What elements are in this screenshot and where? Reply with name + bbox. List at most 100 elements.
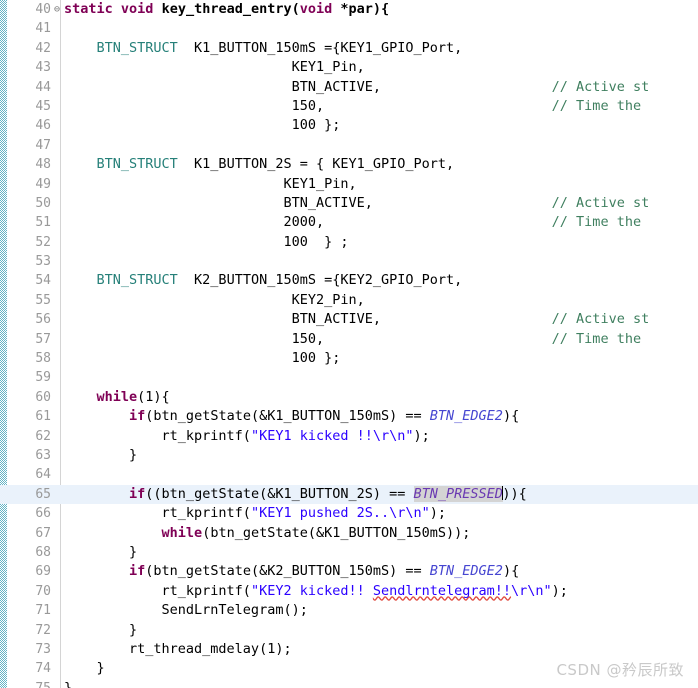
line-number: 40: [35, 2, 51, 17]
line-number: 72: [35, 622, 51, 638]
code-token: ){: [502, 408, 520, 425]
code-token: }: [64, 679, 73, 688]
line-content: BTN_STRUCT K1_BUTTON_2S = { KEY1_GPIO_Po…: [64, 155, 455, 174]
code-token: }: [64, 446, 138, 463]
code-line[interactable]: 75}: [0, 679, 698, 688]
code-line[interactable]: 49 KEY1_Pin,: [0, 175, 698, 194]
line-content: rt_kprintf("KEY1 pushed 2S..\r\n");: [64, 504, 446, 523]
code-line[interactable]: 54 BTN_STRUCT K2_BUTTON_150mS ={KEY2_GPI…: [0, 271, 698, 290]
code-line[interactable]: 70 rt_kprintf("KEY2 kicked!! Sendlrntele…: [0, 582, 698, 601]
code-line[interactable]: 72 }: [0, 621, 698, 640]
code-editor[interactable]: 40 ⊖ static void key_thread_entry(void *pa…: [0, 0, 698, 688]
code-line[interactable]: 41: [0, 19, 698, 38]
code-token: while: [161, 524, 203, 541]
code-token: rt_kprintf(: [64, 505, 251, 522]
line-number: 60: [35, 389, 51, 405]
code-line[interactable]: 45 150, // Time the: [0, 97, 698, 116]
code-token: }: [64, 660, 105, 677]
code-token: // Active st: [551, 194, 650, 211]
code-token: KEY2_Pin,: [64, 291, 365, 308]
line-number: 61: [35, 409, 51, 425]
code-token: 2000,: [64, 214, 325, 231]
code-line[interactable]: 43 KEY1_Pin,: [0, 58, 698, 77]
code-line[interactable]: 68 }: [0, 543, 698, 562]
line-number: 65: [35, 486, 51, 502]
code-token: "KEY2 kicked!!: [250, 582, 373, 599]
code-line[interactable]: 57 150, // Time the: [0, 330, 698, 349]
code-line[interactable]: 64: [0, 465, 698, 484]
code-token: K1_BUTTON_150mS ={KEY1_GPIO_Port,: [177, 39, 463, 56]
code-token: // Time the: [551, 214, 642, 231]
watermark: CSDN @矜辰所致: [556, 661, 684, 679]
line-content: BTN_ACTIVE, // Active st: [64, 194, 649, 213]
code-token: BTN_STRUCT: [96, 156, 178, 173]
line-number: 49: [35, 176, 51, 192]
line-number: 42: [35, 40, 51, 56]
code-line[interactable]: 61 if(btn_getState(&K1_BUTTON_150mS) == …: [0, 407, 698, 426]
line-number: 44: [35, 79, 51, 95]
line-content: static void key_thread_entry(void *par){: [64, 0, 389, 19]
code-line[interactable]: 66 rt_kprintf("KEY1 pushed 2S..\r\n");: [0, 504, 698, 523]
code-line[interactable]: 50 BTN_ACTIVE, // Active st: [0, 194, 698, 213]
code-line[interactable]: 69 if(btn_getState(&K2_BUTTON_150mS) == …: [0, 562, 698, 581]
code-token: if: [129, 408, 146, 425]
code-token: // Active st: [551, 78, 650, 95]
fold-collapse-icon[interactable]: ⊖: [52, 0, 62, 19]
code-token: void: [299, 1, 333, 17]
line-content: KEY1_Pin,: [64, 175, 357, 194]
code-line[interactable]: 55 KEY2_Pin,: [0, 291, 698, 310]
code-line[interactable]: 71 SendLrnTelegram();: [0, 601, 698, 620]
code-token: BTN_EDGE2: [429, 408, 503, 425]
code-text-area[interactable]: 40 ⊖ static void key_thread_entry(void *pa…: [0, 0, 698, 688]
line-content: KEY2_Pin,: [64, 291, 365, 310]
line-number: 51: [35, 215, 51, 231]
line-number: 70: [35, 583, 51, 599]
code-line[interactable]: 48 BTN_STRUCT K1_BUTTON_2S = { KEY1_GPIO…: [0, 155, 698, 174]
code-token: (1){: [137, 388, 170, 405]
line-number: 71: [35, 603, 51, 619]
code-token: ((btn_getState(&K1_BUTTON_2S) ==: [145, 485, 414, 502]
code-line[interactable]: 46 100 };: [0, 116, 698, 135]
code-line[interactable]: 56 BTN_ACTIVE, // Active st: [0, 310, 698, 329]
code-line[interactable]: 63 }: [0, 446, 698, 465]
code-line[interactable]: 73 rt_thread_mdelay(1);: [0, 640, 698, 659]
line-number: 46: [35, 118, 51, 134]
code-token: K1_BUTTON_2S = { KEY1_GPIO_Port,: [177, 156, 455, 173]
line-content: KEY1_Pin,: [64, 58, 365, 77]
code-token: );: [551, 582, 568, 599]
code-token: // Active st: [551, 311, 650, 328]
code-line[interactable]: 53: [0, 252, 698, 271]
line-number: 41: [35, 21, 51, 37]
code-line[interactable]: 52 100 } ;: [0, 233, 698, 252]
code-token: 100 };: [64, 350, 341, 367]
code-line[interactable]: 42 BTN_STRUCT K1_BUTTON_150mS ={KEY1_GPI…: [0, 39, 698, 58]
code-token: KEY1_Pin,: [64, 175, 357, 192]
line-number: 45: [35, 98, 51, 114]
code-line[interactable]: 40 ⊖ static void key_thread_entry(void *pa…: [0, 0, 698, 19]
code-line[interactable]: 44 BTN_ACTIVE, // Active st: [0, 78, 698, 97]
line-number: 68: [35, 544, 51, 560]
code-line[interactable]: 51 2000, // Time the: [0, 213, 698, 232]
code-token: }: [64, 621, 138, 638]
code-line[interactable]: 60 while(1){: [0, 388, 698, 407]
line-content: if((btn_getState(&K1_BUTTON_2S) == BTN_P…: [64, 485, 527, 504]
code-line[interactable]: 67 while(btn_getState(&K1_BUTTON_150mS))…: [0, 524, 698, 543]
code-token: Sendlrntelegram!!: [372, 582, 512, 599]
line-content: }: [64, 679, 72, 688]
code-line[interactable]: 59: [0, 368, 698, 387]
line-number: 66: [35, 506, 51, 522]
code-line[interactable]: 62 rt_kprintf("KEY1 kicked !!\r\n");: [0, 427, 698, 446]
code-line[interactable]: 58 100 };: [0, 349, 698, 368]
code-token: key_thread_entry: [161, 1, 292, 17]
code-line[interactable]: 47: [0, 136, 698, 155]
code-line[interactable]: 65 if((btn_getState(&K1_BUTTON_2S) == BT…: [0, 484, 698, 505]
